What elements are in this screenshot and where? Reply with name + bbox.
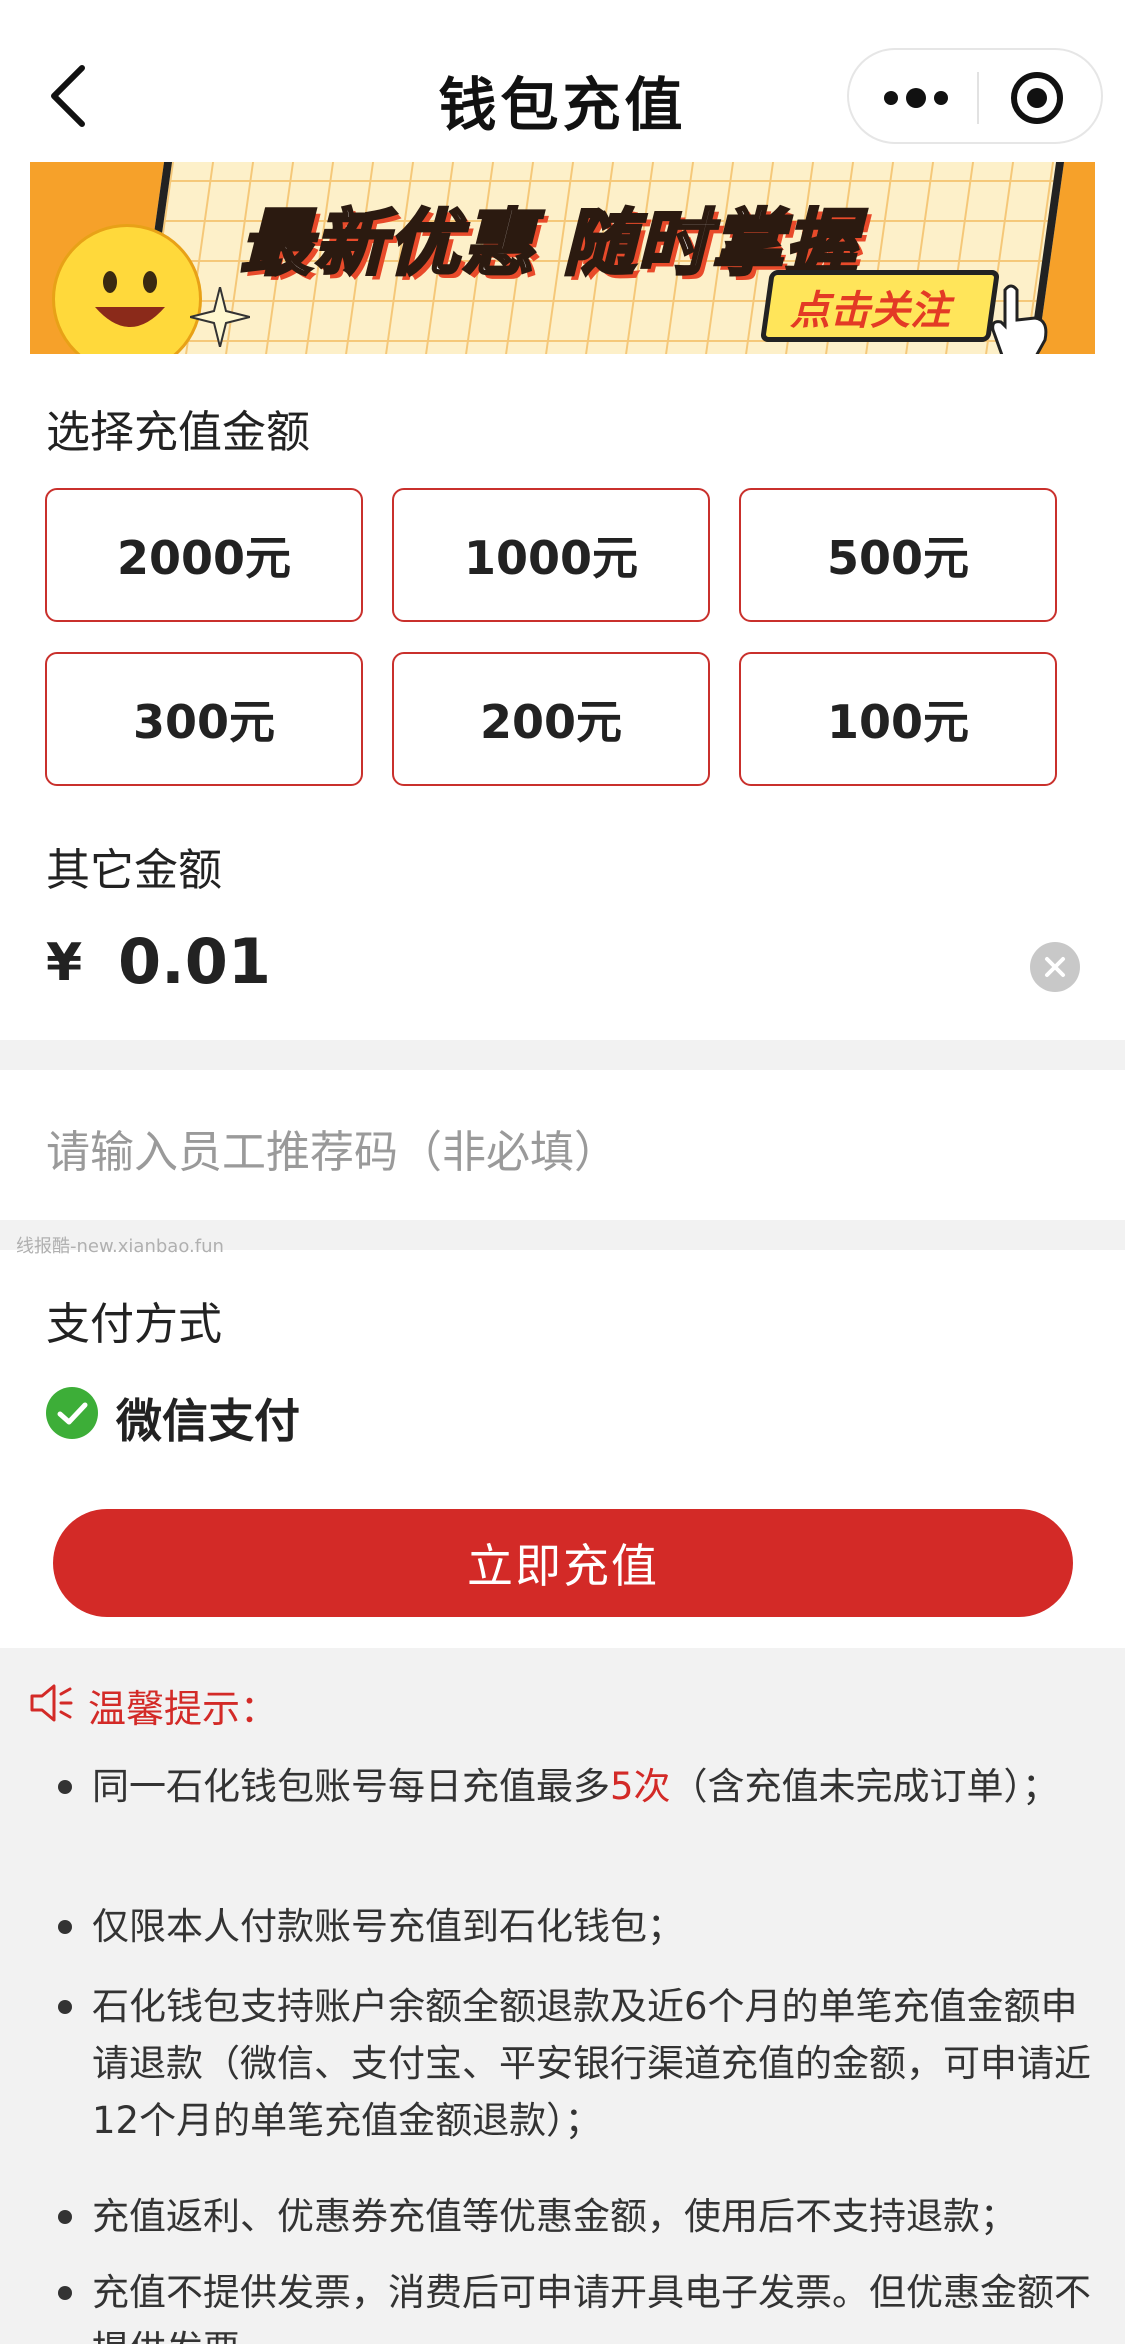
tips-title: 温馨提示： <box>88 1687 279 1731</box>
payment-section-label: 支付方式 <box>46 1299 222 1350</box>
pointer-hand-icon <box>991 284 1048 354</box>
amount-option-300[interactable]: 300元 <box>45 652 363 786</box>
referral-code-input[interactable]: 请输入员工推荐码（非必填） <box>46 1116 618 1180</box>
nav-bar: 钱包充值 <box>0 0 1125 160</box>
tip-text: 同一石化钱包账号每日充值最多 <box>92 1765 610 1808</box>
tip-item: 充值不提供发票，消费后可申请开具电子发票。但优惠金额不提供发票。 <box>58 2264 1098 2344</box>
tip-item: 石化钱包支持账户余额全额退款及近6个月的单笔充值金额申请退款（微信、支付宝、平安… <box>58 1978 1098 2149</box>
amount-option-2000[interactable]: 2000元 <box>45 488 363 622</box>
more-icon[interactable] <box>881 80 951 116</box>
section-divider <box>0 1040 1125 1070</box>
amount-option-500[interactable]: 500元 <box>739 488 1057 622</box>
amount-option-200[interactable]: 200元 <box>392 652 710 786</box>
promo-banner[interactable]: 最新优惠 随时掌握 点击关注 <box>30 162 1095 354</box>
sparkle-icon <box>190 287 250 347</box>
speaker-icon <box>30 1684 73 1722</box>
banner-follow-button[interactable]: 点击关注 <box>790 278 950 336</box>
banner-title: 最新优惠 随时掌握 <box>238 200 860 287</box>
mini-program-capsule <box>847 48 1103 144</box>
close-miniprogram-icon[interactable] <box>1009 70 1065 126</box>
amount-section-label: 选择充值金额 <box>46 407 310 458</box>
other-amount-input[interactable]: ¥ 0.01 <box>46 925 1046 1005</box>
clear-icon[interactable] <box>1030 942 1080 992</box>
amount-option-100[interactable]: 100元 <box>739 652 1057 786</box>
other-amount-label: 其它金额 <box>46 845 222 896</box>
watermark: 线报酷-new.xianbao.fun <box>16 1236 224 1257</box>
payment-method-label: 微信支付 <box>116 1394 300 1448</box>
amount-option-1000[interactable]: 1000元 <box>392 488 710 622</box>
tip-text: （含充值未完成订单）； <box>670 1765 1060 1808</box>
tip-item: 仅限本人付款账号充值到石化钱包； <box>58 1898 1098 1955</box>
tip-highlight: 5次 <box>610 1765 671 1808</box>
recharge-now-button[interactable]: 立即充值 <box>53 1509 1073 1617</box>
smiley-icon <box>52 224 202 354</box>
tips-panel: 温馨提示： 同一石化钱包账号每日充值最多5次（含充值未完成订单）； 仅限本人付款… <box>0 1648 1125 2344</box>
wechat-check-icon <box>46 1387 98 1439</box>
tip-item: 充值返利、优惠券充值等优惠金额，使用后不支持退款； <box>58 2188 1098 2245</box>
currency-symbol: ¥ <box>46 933 83 993</box>
tip-item: 同一石化钱包账号每日充值最多5次（含充值未完成订单）； <box>58 1758 1098 1815</box>
capsule-divider <box>977 72 979 124</box>
other-amount-value[interactable]: 0.01 <box>118 925 271 998</box>
